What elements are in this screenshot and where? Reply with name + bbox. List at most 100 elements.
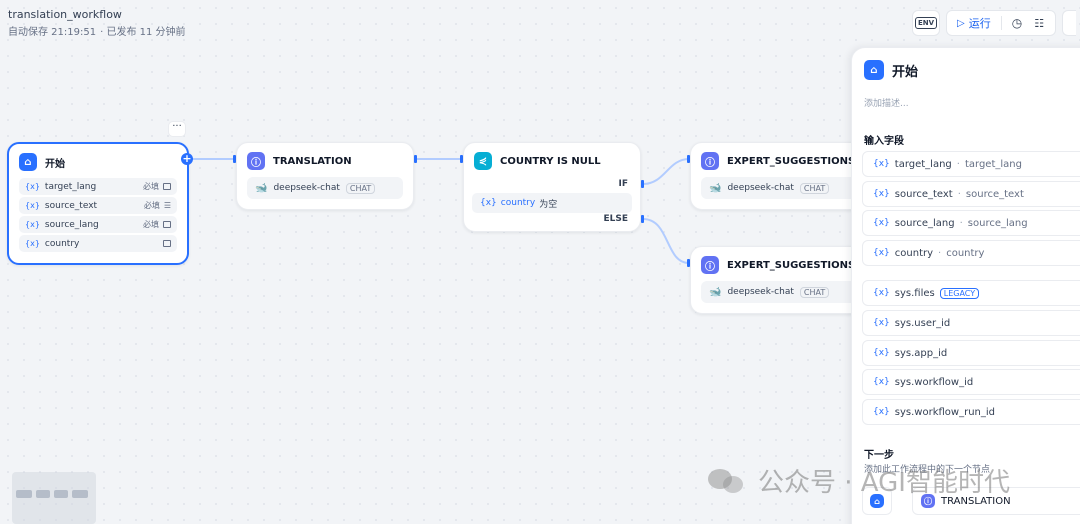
mode-badge: CHAT <box>799 182 830 194</box>
node-title: EXPERT_SUGGESTIONS <box>727 155 856 167</box>
panel-title[interactable]: 开始 <box>892 61 918 80</box>
sys-field-item[interactable]: {x} sys.workflow_id <box>862 369 1080 395</box>
home-icon: ⌂ <box>864 60 884 80</box>
node-more-button[interactable]: ··· <box>168 121 186 137</box>
start-var-row: {x} target_lang 必填 <box>19 178 177 195</box>
next-step-label: 下一步 <box>864 450 894 461</box>
var-name: source_text <box>44 200 98 211</box>
paragraph-icon: ☰ <box>163 201 171 210</box>
llm-icon: ⓘ <box>247 152 265 170</box>
else-output-handle[interactable] <box>641 215 644 223</box>
output-handle[interactable] <box>414 155 417 163</box>
field-name: source_lang <box>894 217 955 229</box>
field-name: sys.files <box>894 287 935 299</box>
required-label: 必填 <box>143 201 160 210</box>
translation-node[interactable]: ⓘ TRANSLATION 🐋 deepseek-chat CHAT <box>236 142 414 210</box>
node-title: EXPERT_SUGGESTIONS_W <box>727 259 869 271</box>
field-name: sys.app_id <box>894 347 948 359</box>
mode-badge: CHAT <box>345 182 376 194</box>
field-name: sys.user_id <box>894 317 951 329</box>
var-name: target_lang <box>44 181 97 192</box>
llm-icon: ⓘ <box>701 152 719 170</box>
watermark-text: 公众号 · AGI智能时代 <box>758 468 1010 498</box>
mode-badge: CHAT <box>799 286 830 298</box>
input-field-item[interactable]: {x} country · country <box>862 240 1080 266</box>
sys-field-item[interactable]: {x} sys.workflow_run_id <box>862 399 1080 425</box>
field-name: country <box>894 247 934 259</box>
sys-field-item[interactable]: {x} sys.files LEGACY <box>862 280 1080 306</box>
condition-row: {x} country 为空 <box>472 193 632 213</box>
deepseek-logo-icon: 🐋 <box>709 182 722 194</box>
select-icon <box>163 221 171 228</box>
model-selector: 🐋 deepseek-chat CHAT <box>701 177 869 199</box>
var-name: country <box>44 238 80 249</box>
variable-icon: {x} <box>25 201 40 210</box>
variable-icon: {x} <box>873 377 890 387</box>
legacy-badge: LEGACY <box>939 287 980 299</box>
branch-icon: ⋞ <box>474 152 492 170</box>
sys-field-item[interactable]: {x} sys.app_id <box>862 340 1080 366</box>
edge-if-expert1 <box>642 158 690 185</box>
node-detail-panel: ⌂ 开始 添加描述... 输入字段 {x} target_lang · targ… <box>851 47 1080 524</box>
model-selector: 🐋 deepseek-chat CHAT <box>701 281 869 303</box>
variable-icon: {x} <box>873 288 890 298</box>
if-output-handle[interactable] <box>641 180 644 188</box>
condition-var: country <box>500 198 536 208</box>
variable-icon: {x} <box>873 407 890 417</box>
minimap-node <box>36 490 50 498</box>
model-name: deepseek-chat <box>273 183 340 193</box>
variable-icon: {x} <box>25 182 40 191</box>
field-name: source_text <box>894 188 953 200</box>
input-field-item[interactable]: {x} target_lang · target_lang <box>862 151 1080 177</box>
required-label: 必填 <box>143 182 159 191</box>
model-name: deepseek-chat <box>727 183 794 193</box>
minimap-node <box>54 490 68 498</box>
edge-else-expert2 <box>642 218 690 264</box>
start-node[interactable]: ⌂ 开始 {x} target_lang 必填 {x} source_text … <box>7 142 189 265</box>
field-name: sys.workflow_run_id <box>894 406 996 418</box>
select-icon <box>163 183 171 190</box>
deepseek-logo-icon: 🐋 <box>709 286 722 298</box>
llm-icon: ⓘ <box>701 256 719 274</box>
separator-dot: · <box>959 217 963 229</box>
minimap[interactable] <box>12 472 96 524</box>
field-alias: country <box>946 247 985 259</box>
start-var-row: {x} source_lang 必填 <box>19 216 177 233</box>
else-label: ELSE <box>603 214 628 224</box>
node-title: TRANSLATION <box>273 155 352 167</box>
variable-icon: {x} <box>873 218 890 228</box>
var-name: source_lang <box>44 219 99 230</box>
if-label: IF <box>618 179 629 189</box>
separator-dot: · <box>938 247 942 259</box>
variable-icon: {x} <box>873 318 890 328</box>
variable-icon: {x} <box>873 159 890 169</box>
variable-icon: {x} <box>873 348 890 358</box>
description-input[interactable]: 添加描述... <box>864 96 909 109</box>
field-name: sys.workflow_id <box>894 376 974 388</box>
add-node-plus-icon[interactable]: + <box>181 153 193 165</box>
start-var-row: {x} country <box>19 235 177 252</box>
variable-icon: {x} <box>480 198 497 208</box>
node-title: 开始 <box>45 158 65 170</box>
model-selector: 🐋 deepseek-chat CHAT <box>247 177 403 199</box>
field-alias: source_text <box>965 188 1024 200</box>
required-label: 必填 <box>143 220 159 229</box>
input-field-item[interactable]: {x} source_lang · source_lang <box>862 210 1080 236</box>
field-alias: target_lang <box>964 158 1022 170</box>
variable-icon: {x} <box>873 248 890 258</box>
sys-field-item[interactable]: {x} sys.user_id <box>862 310 1080 336</box>
wechat-logo-icon <box>708 467 748 495</box>
field-alias: source_lang <box>967 217 1028 229</box>
home-icon: ⌂ <box>19 153 37 171</box>
watermark: 公众号 · AGI智能时代 <box>708 462 1010 499</box>
separator-dot: · <box>956 158 960 170</box>
variable-icon: {x} <box>25 220 40 229</box>
start-var-row: {x} source_text 必填 ☰ <box>19 197 177 214</box>
field-name: target_lang <box>894 158 952 170</box>
select-icon <box>163 240 171 247</box>
country-is-null-node[interactable]: ⋞ COUNTRY IS NULL IF {x} country 为空 ELSE <box>463 142 641 232</box>
separator-dot: · <box>957 188 961 200</box>
node-title: COUNTRY IS NULL <box>500 155 601 167</box>
condition-operator: 为空 <box>539 199 558 210</box>
input-field-item[interactable]: {x} source_text · source_text <box>862 181 1080 207</box>
